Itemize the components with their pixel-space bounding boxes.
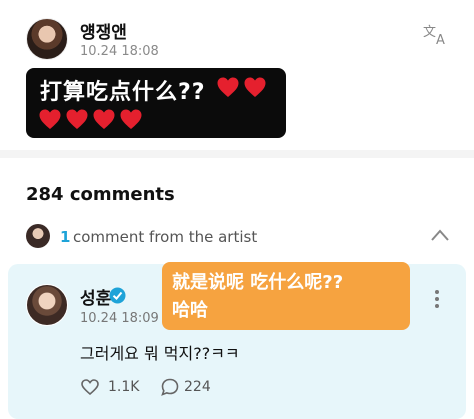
svg-text:A: A	[436, 33, 445, 46]
post-timestamp: 10.24 18:08	[80, 44, 159, 59]
comment-author-avatar[interactable]	[26, 284, 68, 326]
comment-author-name[interactable]: 성훈	[80, 284, 111, 309]
heart-emoji-row-2	[38, 108, 143, 130]
comment-caption-line-2: 哈哈	[172, 300, 208, 321]
reply-count: 224	[184, 379, 211, 395]
heart-emoji-icon	[120, 109, 142, 129]
heart-emoji-icon	[244, 77, 266, 97]
heart-emoji-icon	[39, 109, 61, 129]
section-divider	[0, 150, 474, 158]
heart-emoji-row-1	[216, 76, 267, 98]
comments-count: 284 comments	[26, 184, 175, 205]
comment-caption-line-1: 就是说呢 吃什么呢??	[172, 272, 344, 293]
artist-mini-avatar	[26, 224, 50, 248]
chevron-up-icon[interactable]	[430, 228, 450, 242]
comment-timestamp: 10.24 18:09	[80, 311, 159, 326]
like-count: 1.1K	[108, 379, 140, 395]
heart-emoji-icon	[93, 109, 115, 129]
post-author-avatar[interactable]	[26, 18, 68, 60]
post-caption-text: 打算吃点什么??	[40, 80, 206, 105]
more-options-icon[interactable]	[434, 290, 440, 310]
svg-text:文: 文	[423, 25, 436, 40]
artist-comment-count: 1	[60, 228, 71, 246]
artist-comments-toggle[interactable]: 1 comment from the artist	[0, 224, 474, 252]
reply-icon[interactable]	[160, 377, 180, 397]
translate-icon[interactable]: 文 A	[422, 22, 450, 46]
comment-text: 그러게요 뭐 먹지??ㅋㅋ	[80, 344, 240, 363]
artist-comment-label: comment from the artist	[73, 228, 258, 246]
heart-emoji-icon	[66, 109, 88, 129]
post-author-name[interactable]: 얭쟁앤	[80, 18, 127, 43]
heart-emoji-icon	[217, 77, 239, 97]
verified-badge-icon	[109, 287, 126, 304]
like-icon[interactable]	[80, 377, 100, 397]
